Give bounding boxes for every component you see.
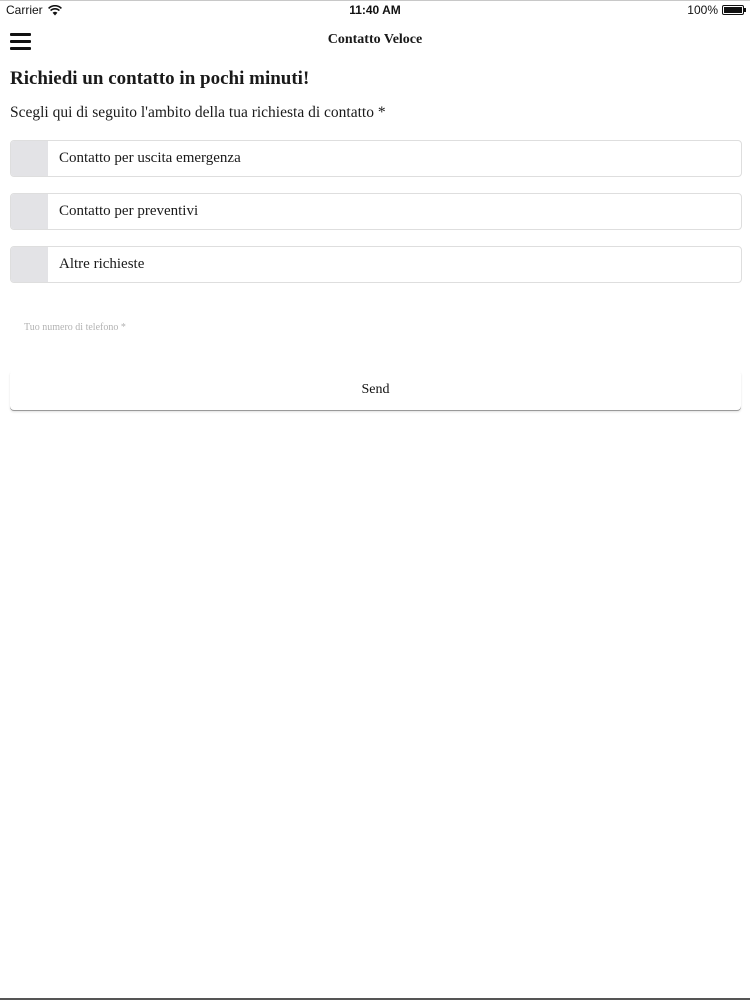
form-heading: Richiedi un contatto in pochi minuti! [10,68,310,89]
option-altre-richieste[interactable]: Altre richieste [10,246,742,283]
option-checkbox[interactable] [11,247,48,282]
page-title: Contatto Veloce [327,32,423,47]
battery-icon [722,5,746,15]
option-label: Contatto per preventivi [59,203,199,219]
form-subtitle: Scegli qui di seguito l'ambito della tua… [10,104,386,121]
status-battery: 100% [687,3,746,17]
status-time: 11:40 AM [349,3,401,17]
option-checkbox[interactable] [11,141,48,176]
send-button[interactable]: Send [10,370,741,410]
option-checkbox[interactable] [11,194,48,229]
option-label: Contatto per uscita emergenza [59,150,241,166]
status-bar: Carrier 11:40 AM 100% [0,0,750,20]
option-uscita-emergenza[interactable]: Contatto per uscita emergenza [10,140,742,177]
navigation-bar: Contatto Veloce [0,22,750,60]
option-preventivi[interactable]: Contatto per preventivi [10,193,742,230]
option-label: Altre richieste [59,256,145,272]
phone-number-input[interactable] [10,310,742,344]
battery-percentage: 100% [687,3,718,17]
contact-type-options: Contatto per uscita emergenza Contatto p… [10,140,742,299]
